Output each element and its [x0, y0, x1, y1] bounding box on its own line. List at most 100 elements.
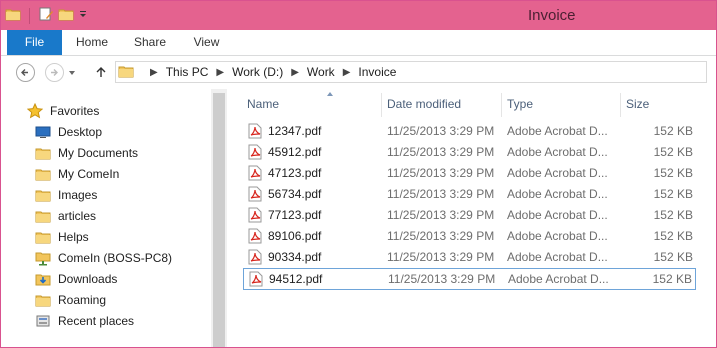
quick-access-toolbar — [5, 6, 88, 25]
file-row[interactable]: 90334.pdf 11/25/2013 3:29 PM Adobe Acrob… — [243, 247, 696, 267]
up-button[interactable] — [94, 65, 108, 82]
file-name: 77123.pdf — [268, 208, 322, 222]
file-date: 11/25/2013 3:29 PM — [387, 187, 495, 201]
pdf-file-icon — [248, 207, 262, 226]
chevron-right-icon[interactable]: ▶ — [216, 67, 224, 78]
new-folder-icon[interactable] — [58, 6, 74, 25]
window-title: Invoice — [528, 7, 576, 24]
breadcrumb: ▶ This PC ▶ Work (D:) ▶ Work ▶ Invoice — [118, 62, 396, 82]
tab-view[interactable]: View — [179, 30, 234, 55]
column-header-name[interactable]: Name — [247, 89, 381, 119]
downloads-folder-icon — [35, 271, 51, 287]
file-type: Adobe Acrobat D... — [508, 272, 609, 286]
folder-icon — [35, 208, 51, 224]
column-header-date-modified[interactable]: Date modified — [387, 89, 501, 119]
recent-places-icon — [35, 313, 51, 329]
desktop-icon — [35, 124, 51, 140]
file-row[interactable]: 45912.pdf 11/25/2013 3:29 PM Adobe Acrob… — [243, 142, 696, 162]
pdf-file-icon — [248, 165, 262, 184]
folder-icon — [35, 292, 51, 308]
navigation-pane: Favorites Desktop My Documents My ComeIn… — [1, 89, 227, 347]
file-name: 89106.pdf — [268, 229, 322, 243]
file-date: 11/25/2013 3:29 PM — [387, 166, 495, 180]
back-button[interactable] — [16, 63, 35, 82]
file-size: 152 KB — [653, 250, 693, 264]
column-header-size[interactable]: Size — [626, 89, 696, 119]
title-bar: Invoice — [1, 1, 716, 30]
file-name: 12347.pdf — [268, 124, 322, 138]
file-row[interactable]: 12347.pdf 11/25/2013 3:29 PM Adobe Acrob… — [243, 121, 696, 141]
file-date: 11/25/2013 3:29 PM — [387, 229, 495, 243]
tab-file[interactable]: File — [7, 30, 62, 55]
star-icon — [26, 102, 44, 119]
file-name: 47123.pdf — [268, 166, 322, 180]
network-folder-icon — [35, 250, 51, 266]
file-size: 152 KB — [653, 187, 693, 201]
ribbon-tabs: File Home Share View — [1, 30, 716, 56]
tab-home[interactable]: Home — [63, 30, 121, 55]
file-row[interactable]: 89106.pdf 11/25/2013 3:29 PM Adobe Acrob… — [243, 226, 696, 246]
file-date: 11/25/2013 3:29 PM — [387, 208, 495, 222]
file-date: 11/25/2013 3:29 PM — [387, 124, 495, 138]
column-divider[interactable] — [381, 93, 382, 117]
address-bar-area: ▶ This PC ▶ Work (D:) ▶ Work ▶ Invoice — [1, 56, 716, 89]
file-size: 152 KB — [653, 229, 693, 243]
folder-icon — [35, 187, 51, 203]
folder-icon — [118, 63, 134, 82]
file-name: 56734.pdf — [268, 187, 322, 201]
file-row[interactable]: 47123.pdf 11/25/2013 3:29 PM Adobe Acrob… — [243, 163, 696, 183]
file-type: Adobe Acrobat D... — [507, 229, 608, 243]
folder-icon — [35, 145, 51, 161]
chevron-right-icon[interactable]: ▶ — [343, 67, 351, 78]
folder-icon — [35, 166, 51, 182]
pdf-file-icon — [248, 186, 262, 205]
customize-dropdown-icon[interactable] — [78, 6, 88, 25]
file-date: 11/25/2013 3:29 PM — [387, 145, 495, 159]
file-size: 152 KB — [652, 272, 692, 286]
properties-icon[interactable] — [38, 6, 54, 25]
file-name: 94512.pdf — [269, 272, 323, 286]
file-type: Adobe Acrobat D... — [507, 250, 608, 264]
chevron-right-icon[interactable]: ▶ — [150, 67, 158, 78]
navigation-scrollbar-thumb[interactable] — [213, 93, 225, 347]
up-arrow-icon — [96, 67, 106, 77]
file-type: Adobe Acrobat D... — [507, 124, 608, 138]
pdf-file-icon — [248, 123, 262, 142]
file-row-selected[interactable]: 94512.pdf 11/25/2013 3:29 PM Adobe Acrob… — [243, 268, 696, 290]
explorer-window: Invoice File Home Share View ▶ This PC ▶ — [0, 0, 717, 348]
chevron-right-icon[interactable]: ▶ — [291, 67, 299, 78]
file-date: 11/25/2013 3:29 PM — [387, 250, 495, 264]
pdf-file-icon — [248, 228, 262, 247]
file-row[interactable]: 56734.pdf 11/25/2013 3:29 PM Adobe Acrob… — [243, 184, 696, 204]
column-header-type[interactable]: Type — [507, 89, 621, 119]
address-box[interactable]: ▶ This PC ▶ Work (D:) ▶ Work ▶ Invoice — [115, 61, 707, 83]
folder-icon[interactable] — [5, 6, 21, 25]
file-type: Adobe Acrobat D... — [507, 145, 608, 159]
file-size: 152 KB — [653, 166, 693, 180]
column-divider[interactable] — [501, 93, 502, 117]
file-type: Adobe Acrobat D... — [507, 208, 608, 222]
pdf-file-icon — [248, 249, 262, 268]
toolbar-separator — [29, 7, 30, 24]
back-arrow-icon — [21, 69, 28, 76]
breadcrumb-work[interactable]: Work — [307, 65, 335, 79]
file-size: 152 KB — [653, 124, 693, 138]
file-name: 45912.pdf — [268, 145, 322, 159]
breadcrumb-invoice[interactable]: Invoice — [358, 65, 396, 79]
folder-icon — [35, 229, 51, 245]
file-size: 152 KB — [653, 208, 693, 222]
file-date: 11/25/2013 3:29 PM — [388, 272, 496, 286]
recent-locations-dropdown[interactable] — [69, 71, 75, 75]
file-row[interactable]: 77123.pdf 11/25/2013 3:29 PM Adobe Acrob… — [243, 205, 696, 225]
file-size: 152 KB — [653, 145, 693, 159]
file-type: Adobe Acrobat D... — [507, 187, 608, 201]
forward-button[interactable] — [45, 63, 64, 82]
breadcrumb-this-pc[interactable]: This PC — [166, 65, 209, 79]
pdf-file-icon — [249, 271, 263, 290]
sort-ascending-icon — [327, 92, 333, 96]
pdf-file-icon — [248, 144, 262, 163]
column-divider[interactable] — [620, 93, 621, 117]
breadcrumb-work-drive[interactable]: Work (D:) — [232, 65, 283, 79]
file-name: 90334.pdf — [268, 250, 322, 264]
tab-share[interactable]: Share — [121, 30, 179, 55]
